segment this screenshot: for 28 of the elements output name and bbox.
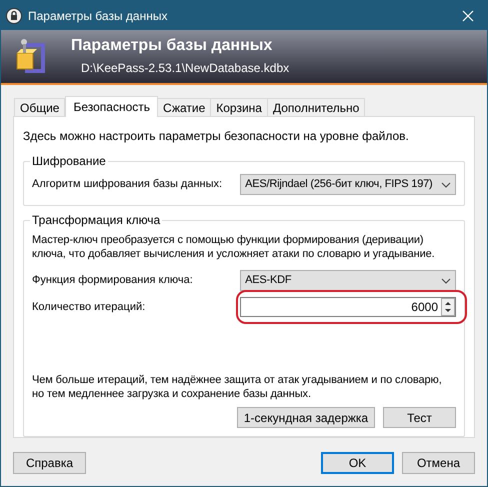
field-label: Функция формирования ключа: xyxy=(32,273,194,288)
cancel-button[interactable]: Отмена xyxy=(402,452,475,474)
test-button[interactable]: Тест xyxy=(383,407,456,428)
field-label: Количество итераций: xyxy=(32,300,146,315)
ok-button[interactable]: OK xyxy=(321,452,394,474)
group-title: Шифрование xyxy=(30,153,108,169)
chevron-down-icon xyxy=(441,278,451,284)
header-title: Параметры базы данных xyxy=(71,36,274,54)
file-path: D:\KeePass-2.53.1\NewDatabase.kdbx xyxy=(81,60,290,76)
group-title: Трансформация ключа xyxy=(30,212,162,228)
lock-icon xyxy=(6,8,22,24)
tab[interactable]: Безопасность xyxy=(65,96,158,117)
intro-text: Здесь можно настроить параметры безопасности на уровне файлов. xyxy=(23,128,410,145)
note-text: Чем больше итераций, тем надёжнее защита от атак угадыванием и по словарю, но тем медленнее загрузка и сохранение базы данных. xyxy=(32,373,443,401)
description-text: Мастер-ключ преобразуется с помощью функции формирования (деривации) ключа, что добавляет вычисления и усложняет атаки по словарю и угадывание. xyxy=(32,233,436,261)
tab[interactable]: Дополнительно xyxy=(266,98,366,116)
number-field[interactable]: 6000 xyxy=(240,297,456,317)
tab[interactable]: Общие xyxy=(14,98,66,116)
close-icon[interactable] xyxy=(462,10,474,22)
chevron-down-icon xyxy=(441,182,451,188)
window-title: Параметры базы данных xyxy=(28,8,168,24)
help-button[interactable]: Справка xyxy=(13,452,86,474)
dropdown[interactable]: AES-KDF xyxy=(240,270,456,291)
field-label: Алгоритм шифрования базы данных: xyxy=(32,177,224,192)
spinner-arrows-icon[interactable] xyxy=(441,298,455,316)
dropdown[interactable]: AES/Rijndael (256-бит ключ, FIPS 197) xyxy=(240,174,456,195)
delay-button[interactable]: 1-секундная задержка xyxy=(237,407,375,428)
tab[interactable]: Корзина xyxy=(210,98,268,116)
